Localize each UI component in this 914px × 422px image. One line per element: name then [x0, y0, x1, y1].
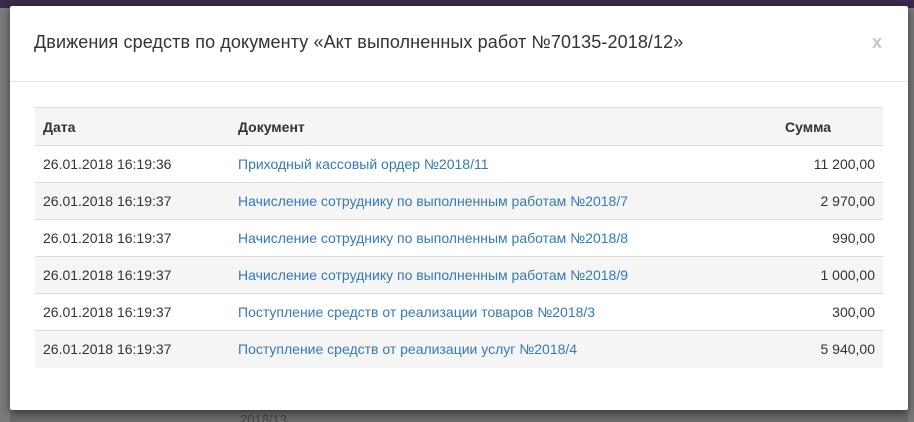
row-sum: 1 000,00: [775, 256, 883, 294]
row-date: 26.01.2018 16:19:37: [35, 182, 230, 220]
row-sum: 2 970,00: [775, 182, 883, 220]
row-date: 26.01.2018 16:19:37: [35, 330, 230, 368]
column-header-document: Документ: [230, 107, 775, 146]
background-app-left-edge: [0, 8, 10, 422]
document-link[interactable]: Начисление сотруднику по выполненным раб…: [238, 230, 628, 246]
column-header-sum: Сумма: [775, 107, 883, 146]
column-header-date: Дата: [35, 107, 230, 146]
table-row: 26.01.2018 16:19:36 Приходный кассовый о…: [35, 145, 883, 183]
document-link[interactable]: Поступление средств от реализации товаро…: [238, 304, 595, 320]
table-row: 26.01.2018 16:19:37 Поступление средств …: [35, 330, 883, 368]
movements-table: Дата Документ Сумма 26.01.2018 16:19:36 …: [35, 107, 883, 368]
modal-title: Движения средств по документу «Акт выпол…: [34, 32, 684, 52]
row-sum: 5 940,00: [775, 330, 883, 368]
close-icon[interactable]: x: [872, 32, 882, 53]
document-link[interactable]: Начисление сотруднику по выполненным раб…: [238, 267, 628, 283]
row-date: 26.01.2018 16:19:37: [35, 219, 230, 257]
background-app-text: 2018/13: [240, 412, 287, 422]
document-link[interactable]: Поступление средств от реализации услуг …: [238, 341, 577, 357]
table-row: 26.01.2018 16:19:37 Начисление сотрудник…: [35, 256, 883, 294]
table-row: 26.01.2018 16:19:37 Начисление сотрудник…: [35, 182, 883, 220]
modal-body: Дата Документ Сумма 26.01.2018 16:19:36 …: [35, 107, 883, 368]
document-link[interactable]: Начисление сотруднику по выполненным раб…: [238, 193, 628, 209]
row-date: 26.01.2018 16:19:37: [35, 293, 230, 331]
row-sum: 300,00: [775, 293, 883, 331]
background-app-right-edge: [908, 8, 914, 422]
table-row: 26.01.2018 16:19:37 Поступление средств …: [35, 293, 883, 331]
row-date: 26.01.2018 16:19:37: [35, 256, 230, 294]
table-row: 26.01.2018 16:19:37 Начисление сотрудник…: [35, 219, 883, 257]
row-sum: 11 200,00: [775, 145, 883, 183]
row-sum: 990,00: [775, 219, 883, 257]
document-link[interactable]: Приходный кассовый ордер №2018/11: [238, 156, 489, 172]
modal-header: Движения средств по документу «Акт выпол…: [10, 6, 908, 82]
row-date: 26.01.2018 16:19:36: [35, 145, 230, 183]
table-header-row: Дата Документ Сумма: [35, 107, 883, 146]
movements-modal: Движения средств по документу «Акт выпол…: [10, 6, 908, 410]
